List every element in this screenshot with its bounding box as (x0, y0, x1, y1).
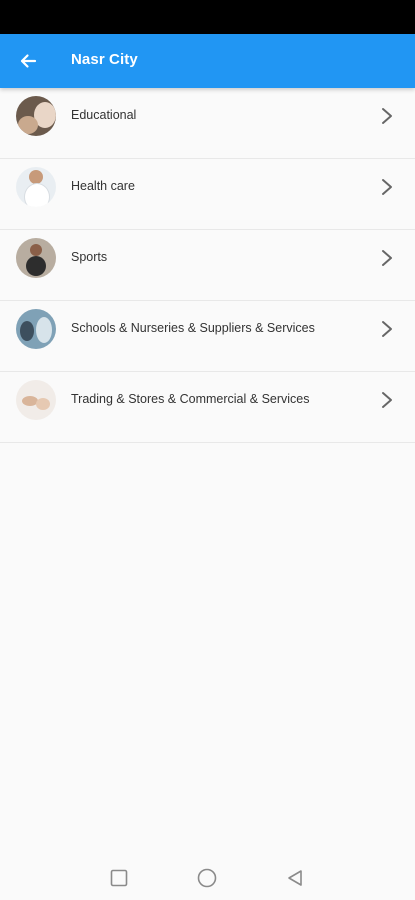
square-icon (110, 869, 128, 887)
schools-avatar (16, 309, 56, 349)
category-label: Educational (71, 108, 137, 122)
triangle-back-icon (288, 870, 302, 886)
status-bar (0, 0, 415, 34)
health-care-avatar (16, 167, 56, 207)
category-label: Health care (71, 179, 135, 193)
chevron-right-icon (382, 108, 392, 124)
chevron-right-icon (382, 392, 392, 408)
educational-avatar (16, 96, 56, 136)
category-item-health-care[interactable]: Health care (0, 159, 415, 230)
home-button[interactable] (196, 867, 218, 889)
app-bar: Nasr City (0, 34, 415, 88)
category-item-schools[interactable]: Schools & Nurseries & Suppliers & Servic… (0, 301, 415, 372)
system-navigation-bar (0, 855, 415, 900)
sports-avatar (16, 238, 56, 278)
trading-avatar (16, 380, 56, 420)
category-label: Sports (71, 250, 108, 264)
category-item-sports[interactable]: Sports (0, 230, 415, 301)
back-button[interactable] (14, 47, 42, 75)
category-item-educational[interactable]: Educational (0, 88, 415, 159)
category-item-trading[interactable]: Trading & Stores & Commercial & Services (0, 372, 415, 443)
recent-apps-button[interactable] (108, 867, 130, 889)
category-label: Trading & Stores & Commercial & Services (71, 392, 310, 406)
back-nav-button[interactable] (284, 867, 306, 889)
arrow-left-icon (20, 54, 37, 68)
chevron-right-icon (382, 179, 392, 195)
category-label: Schools & Nurseries & Suppliers & Servic… (71, 321, 315, 335)
chevron-right-icon (382, 321, 392, 337)
chevron-right-icon (382, 250, 392, 266)
page-title: Nasr City (71, 51, 138, 68)
circle-icon (197, 868, 217, 888)
category-list: Educational Health care Sports Schools &… (0, 88, 415, 443)
